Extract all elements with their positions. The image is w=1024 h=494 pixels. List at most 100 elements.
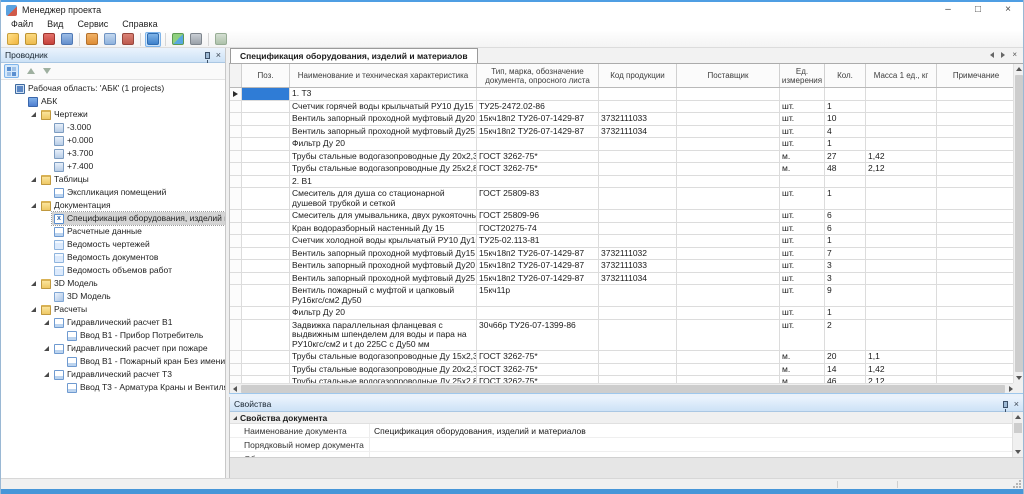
tree-item[interactable]: АБК	[1, 95, 225, 108]
database-button[interactable]	[213, 32, 229, 47]
cell-unit[interactable]: шт.	[780, 210, 825, 223]
menu-item-view[interactable]: Вид	[40, 18, 70, 31]
table-row[interactable]: Вентиль пожарный с муфтой и цапковый Ру1…	[230, 285, 1016, 307]
table-row[interactable]: Задвижка параллельная фланцевая с выдвиж…	[230, 320, 1016, 352]
horizontal-scroll-thumb[interactable]	[241, 385, 1005, 393]
cell-supplier[interactable]	[677, 364, 780, 377]
cell-pos[interactable]	[242, 235, 290, 248]
cell-qty[interactable]: 1	[825, 188, 866, 210]
open-project-button[interactable]	[23, 32, 39, 47]
move-up-icon[interactable]	[27, 68, 35, 74]
cell-type[interactable]: 15кч18п2 ТУ26-07-1429-87	[477, 273, 599, 286]
cell-type[interactable]: ГОСТ20275-74	[477, 223, 599, 236]
cell-type[interactable]	[477, 88, 599, 101]
property-row[interactable]: Наименование документаСпецификация обору…	[230, 424, 1023, 438]
tree-item[interactable]: Ведомость чертежей	[1, 238, 225, 251]
cell-mass[interactable]: 1,42	[866, 364, 937, 377]
cell-type[interactable]: ГОСТ 25809-96	[477, 210, 599, 223]
tree-item[interactable]: Ввод Т3 - Арматура Краны и Вентиля 15 [ …	[1, 381, 225, 394]
cell-qty[interactable]: 46	[825, 376, 866, 383]
cell-supplier[interactable]	[677, 351, 780, 364]
cell-unit[interactable]: шт.	[780, 138, 825, 151]
cell-unit[interactable]: шт.	[780, 188, 825, 210]
cell-type[interactable]: 15кч18п2 ТУ26-07-1429-87	[477, 126, 599, 139]
properties-scroll-thumb[interactable]	[1014, 423, 1022, 433]
tree-item[interactable]: Ведомость документов	[1, 251, 225, 264]
tree-item[interactable]: +3.700	[1, 147, 225, 160]
cell-supplier[interactable]	[677, 151, 780, 164]
cell-supplier[interactable]	[677, 101, 780, 114]
table-row[interactable]: Вентиль запорный проходной муфтовый Ду20…	[230, 113, 1016, 126]
cell-pos[interactable]	[242, 320, 290, 352]
cell-pos[interactable]	[242, 210, 290, 223]
cell-mass[interactable]	[866, 113, 937, 126]
cell-name[interactable]: Вентиль запорный проходной муфтовый Ду25…	[290, 126, 477, 139]
column-header-name[interactable]: Наименование и техническая характеристик…	[290, 64, 477, 87]
column-header-unit[interactable]: Ед. измерения	[780, 64, 825, 87]
cell-note[interactable]	[937, 235, 1016, 248]
cell-mass[interactable]	[866, 138, 937, 151]
cell-qty[interactable]: 2	[825, 320, 866, 352]
tree-item[interactable]: Расчеты	[1, 303, 225, 316]
scroll-down-icon[interactable]	[1013, 447, 1023, 457]
cell-unit[interactable]: шт.	[780, 320, 825, 352]
cell-name[interactable]: 2. В1	[290, 176, 477, 189]
tab-scroll-right-icon[interactable]	[1001, 52, 1005, 58]
cell-supplier[interactable]	[677, 260, 780, 273]
resize-grip-icon[interactable]	[1013, 480, 1021, 488]
cell-unit[interactable]: м.	[780, 351, 825, 364]
cell-unit[interactable]: шт.	[780, 273, 825, 286]
cell-qty[interactable]: 10	[825, 113, 866, 126]
cell-code[interactable]: 3732111033	[599, 113, 677, 126]
tree-item[interactable]: -3.000	[1, 121, 225, 134]
scroll-down-icon[interactable]	[1014, 373, 1024, 383]
column-header-note[interactable]: Примечание	[937, 64, 1016, 87]
vertical-scroll-thumb[interactable]	[1015, 75, 1023, 372]
tab-specification[interactable]: Спецификация оборудования, изделий и мат…	[230, 48, 478, 63]
reports-button[interactable]	[120, 32, 136, 47]
cell-type[interactable]: ГОСТ 25809-83	[477, 188, 599, 210]
cell-unit[interactable]	[780, 176, 825, 189]
tree-item[interactable]: 3D Модель	[1, 277, 225, 290]
tree-item[interactable]: Ведомость объемов работ	[1, 264, 225, 277]
cell-name[interactable]: Трубы стальные водогазопроводные Ду 15х2…	[290, 351, 477, 364]
cell-qty[interactable]	[825, 176, 866, 189]
cell-code[interactable]: 3732111034	[599, 273, 677, 286]
cell-name[interactable]: Смеситель для умывальника, двух рукояточ…	[290, 210, 477, 223]
cell-mass[interactable]	[866, 320, 937, 352]
table-row[interactable]: Вентиль запорный проходной муфтовый Ду20…	[230, 260, 1016, 273]
cell-mass[interactable]	[866, 273, 937, 286]
cell-note[interactable]	[937, 188, 1016, 210]
expander-icon[interactable]	[31, 281, 36, 286]
cell-qty[interactable]: 4	[825, 126, 866, 139]
table-row[interactable]: Трубы стальные водогазопроводные Ду 20х2…	[230, 151, 1016, 164]
cell-mass[interactable]	[866, 176, 937, 189]
tree-item[interactable]: 3D Модель	[1, 290, 225, 303]
collapse-icon[interactable]	[233, 416, 237, 420]
tab-close-icon[interactable]: ×	[1012, 51, 1017, 59]
table-row[interactable]: Трубы стальные водогазопроводные Ду 25х2…	[230, 163, 1016, 176]
cell-pos[interactable]	[242, 260, 290, 273]
cell-qty[interactable]: 1	[825, 307, 866, 320]
cell-pos[interactable]	[242, 188, 290, 210]
cell-pos[interactable]	[242, 176, 290, 189]
cell-pos[interactable]	[242, 307, 290, 320]
cell-mass[interactable]	[866, 235, 937, 248]
expander-icon[interactable]	[31, 177, 36, 182]
cell-name[interactable]: Счетчик холодной воды крыльчатый РУ10 Ду…	[290, 235, 477, 248]
scroll-left-icon[interactable]	[230, 384, 240, 394]
cell-name[interactable]: Трубы стальные водогазопроводные Ду 20х2…	[290, 364, 477, 377]
cell-note[interactable]	[937, 351, 1016, 364]
properties-scrollbar[interactable]	[1012, 412, 1023, 457]
tree-item[interactable]: Расчетные данные	[1, 225, 225, 238]
close-button[interactable]: ×	[993, 2, 1023, 18]
table-row[interactable]: Смеситель для умывальника, двух рукояточ…	[230, 210, 1016, 223]
cell-qty[interactable]: 27	[825, 151, 866, 164]
cell-type[interactable]: ГОСТ 3262-75*	[477, 364, 599, 377]
pin-icon[interactable]	[205, 52, 210, 59]
cell-note[interactable]	[937, 151, 1016, 164]
form-settings-button[interactable]	[102, 32, 118, 47]
property-value[interactable]: Спецификация оборудования, изделий и мат…	[370, 424, 1023, 437]
column-header-type[interactable]: Тип, марка, обозначение документа, опрос…	[477, 64, 599, 87]
cell-supplier[interactable]	[677, 223, 780, 236]
